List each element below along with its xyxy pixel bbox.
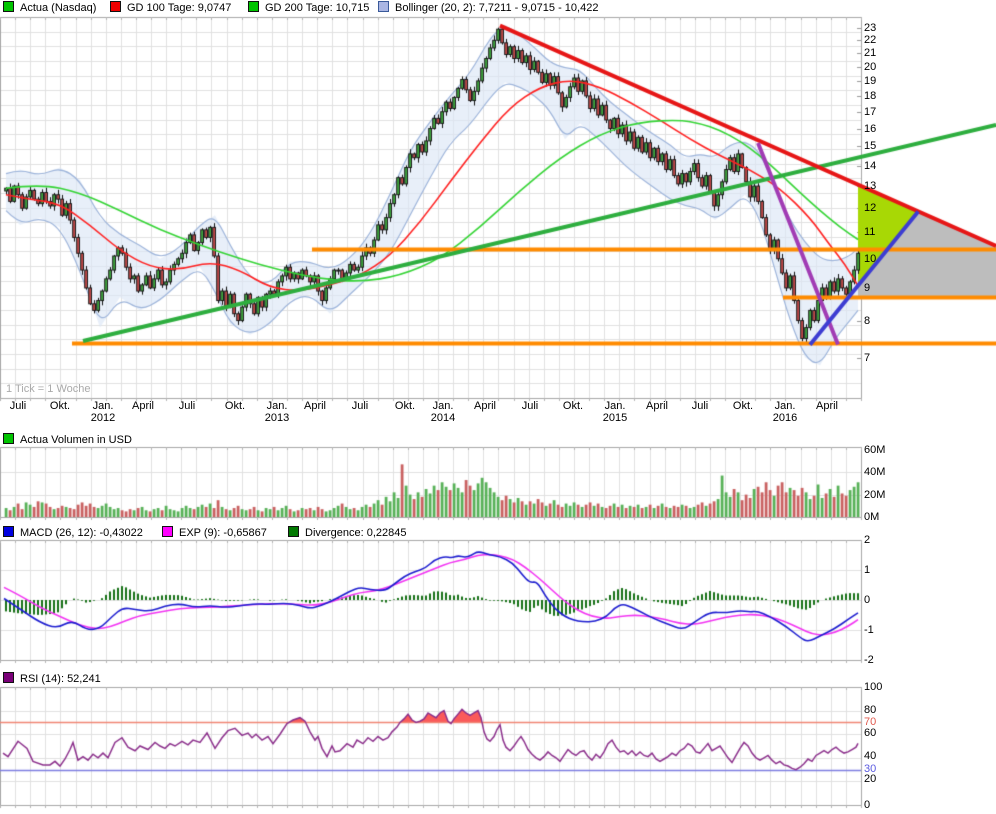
x-axis-label: Okt. bbox=[395, 400, 415, 412]
x-axis-year-label: 2012 bbox=[91, 412, 115, 424]
x-axis-label: Okt. bbox=[225, 400, 245, 412]
x-axis-label: Okt. bbox=[563, 400, 583, 412]
legend-macd: MACD (26, 12): -0,43022 bbox=[3, 526, 143, 539]
stock-chart-page: Actua (Nasdaq) GD 100 Tage: 9,0747 GD 20… bbox=[0, 0, 996, 814]
x-axis-label: April bbox=[816, 400, 838, 412]
gd100-legend-swatch bbox=[110, 1, 121, 12]
price-y-label: 12 bbox=[864, 202, 904, 214]
volume-y-label: 60M bbox=[864, 444, 904, 456]
x-axis-year-label: 2014 bbox=[431, 412, 455, 424]
macd-y-label: 0 bbox=[864, 594, 904, 606]
gd200-legend-swatch bbox=[248, 1, 259, 12]
legend-macd-label: MACD (26, 12): -0,43022 bbox=[20, 527, 143, 539]
macd-y-label: 2 bbox=[864, 534, 904, 546]
price-y-label: 22 bbox=[864, 34, 904, 46]
legend-divergence: Divergence: 0,22845 bbox=[288, 526, 407, 539]
rsi-y-label: 60 bbox=[864, 727, 904, 739]
volume-y-label: 40M bbox=[864, 466, 904, 478]
price-y-label: 14 bbox=[864, 160, 904, 172]
rsi-y-label: 100 bbox=[864, 681, 904, 693]
volume-y-label: 20M bbox=[864, 489, 904, 501]
x-axis-year-label: 2016 bbox=[773, 412, 797, 424]
x-axis-label: April bbox=[304, 400, 326, 412]
legend-actua-label: Actua (Nasdaq) bbox=[20, 2, 96, 14]
x-axis-label: April bbox=[132, 400, 154, 412]
price-y-label: 7 bbox=[864, 352, 904, 364]
legend-divergence-label: Divergence: 0,22845 bbox=[305, 527, 407, 539]
rsi-y-label: 0 bbox=[864, 799, 904, 811]
price-y-label: 8 bbox=[864, 315, 904, 327]
x-axis-label: Jan. bbox=[433, 400, 454, 412]
legend-volume-label: Actua Volumen in USD bbox=[20, 434, 132, 446]
legend-rsi-label: RSI (14): 52,241 bbox=[20, 673, 101, 685]
legend-bollinger-label: Bollinger (20, 2): 7,7211 - 9,0715 - 10,… bbox=[395, 2, 598, 14]
legend-gd200: GD 200 Tage: 10,715 bbox=[248, 1, 369, 14]
price-y-label: 17 bbox=[864, 106, 904, 118]
legend-exp: EXP (9): -0,65867 bbox=[162, 526, 267, 539]
x-axis-label: April bbox=[646, 400, 668, 412]
price-y-label: 9 bbox=[864, 282, 904, 294]
price-y-label: 21 bbox=[864, 47, 904, 59]
rsi-y-label: 20 bbox=[864, 773, 904, 785]
macd-y-label: -1 bbox=[864, 624, 904, 636]
x-axis-label: Juli bbox=[10, 400, 27, 412]
bollinger-legend-swatch bbox=[378, 1, 389, 12]
actua-legend-swatch bbox=[3, 1, 14, 12]
legend-bollinger: Bollinger (20, 2): 7,7211 - 9,0715 - 10,… bbox=[378, 1, 598, 14]
x-axis-label: Jan. bbox=[267, 400, 288, 412]
legend-gd200-label: GD 200 Tage: 10,715 bbox=[265, 2, 369, 14]
price-y-label: 20 bbox=[864, 61, 904, 73]
price-y-label: 23 bbox=[864, 22, 904, 34]
price-y-label: 19 bbox=[864, 75, 904, 87]
legend-exp-label: EXP (9): -0,65867 bbox=[179, 527, 267, 539]
legend-gd100-label: GD 100 Tage: 9,0747 bbox=[127, 2, 231, 14]
rsi-legend-swatch bbox=[3, 672, 14, 683]
tick-note: 1 Tick = 1 Woche bbox=[6, 383, 90, 395]
x-axis-label: Okt. bbox=[733, 400, 753, 412]
macd-legend-swatch bbox=[3, 526, 14, 537]
x-axis-label: Jan. bbox=[93, 400, 114, 412]
rsi-y-label: 80 bbox=[864, 704, 904, 716]
x-axis-label: Jan. bbox=[605, 400, 626, 412]
divergence-legend-swatch bbox=[288, 526, 299, 537]
volume-legend-swatch bbox=[3, 433, 14, 444]
rsi-y-label: 40 bbox=[864, 750, 904, 762]
x-axis-year-label: 2015 bbox=[603, 412, 627, 424]
exp-legend-swatch bbox=[162, 526, 173, 537]
price-y-label: 15 bbox=[864, 140, 904, 152]
price-y-label: 10 bbox=[864, 253, 904, 265]
macd-y-label: 1 bbox=[864, 564, 904, 576]
price-y-label: 11 bbox=[864, 226, 904, 238]
x-axis-label: Juli bbox=[352, 400, 369, 412]
x-axis-year-label: 2013 bbox=[265, 412, 289, 424]
legend-volume: Actua Volumen in USD bbox=[3, 433, 132, 446]
x-axis-label: April bbox=[474, 400, 496, 412]
price-y-label: 16 bbox=[864, 123, 904, 135]
x-axis-label: Juli bbox=[692, 400, 709, 412]
macd-y-label: -2 bbox=[864, 654, 904, 666]
volume-y-label: 0M bbox=[864, 511, 904, 523]
price-y-label: 18 bbox=[864, 90, 904, 102]
x-axis-label: Juli bbox=[179, 400, 196, 412]
legend-rsi: RSI (14): 52,241 bbox=[3, 672, 101, 685]
x-axis-label: Jan. bbox=[775, 400, 796, 412]
price-y-label: 13 bbox=[864, 180, 904, 192]
legend-actua: Actua (Nasdaq) bbox=[3, 1, 96, 14]
x-axis-label: Okt. bbox=[50, 400, 70, 412]
legend-gd100: GD 100 Tage: 9,0747 bbox=[110, 1, 231, 14]
x-axis-label: Juli bbox=[522, 400, 539, 412]
